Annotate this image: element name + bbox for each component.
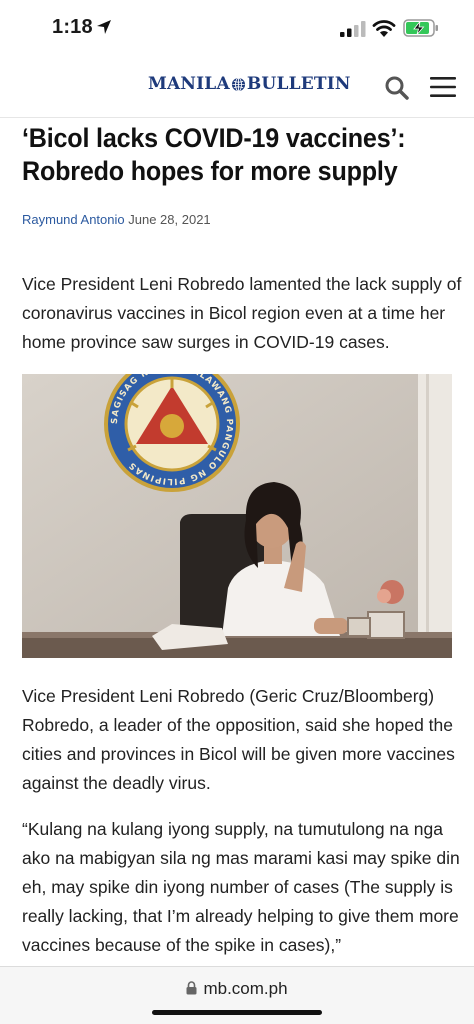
lock-icon (186, 981, 197, 995)
author-link[interactable]: Raymund Antonio (22, 212, 125, 227)
hamburger-menu-icon[interactable] (428, 75, 458, 99)
article-paragraph: “Kulang na kulang iyong supply, na tumut… (22, 819, 460, 955)
status-bar: 1:18 (0, 0, 474, 58)
byline: Raymund Antonio June 28, 2021 (22, 212, 211, 227)
wifi-icon (372, 20, 396, 37)
logo-text-left: MANILA (148, 74, 230, 94)
battery-charging-icon (403, 19, 438, 37)
home-indicator[interactable] (152, 1010, 322, 1015)
robredo-office-photo: SAGISAG NG PANGALAWANG PANGULO NG PILIPI… (22, 374, 452, 658)
article-paragraph: Vice President Leni Robredo (Geric Cruz/… (22, 686, 455, 793)
browser-bottom-bar: mb.com.ph (0, 966, 474, 1024)
location-arrow-icon (97, 20, 111, 34)
site-header: MANILA BULLETIN (0, 58, 474, 118)
logo-text-right: BULLETIN (246, 74, 351, 94)
address-bar[interactable]: mb.com.ph (0, 979, 474, 999)
manila-bulletin-logo[interactable]: MANILA BULLETIN (148, 74, 351, 94)
article-photo[interactable]: SAGISAG NG PANGALAWANG PANGULO NG PILIPI… (22, 374, 452, 658)
url-text: mb.com.ph (203, 979, 288, 998)
status-time: 1:18 (52, 16, 93, 38)
cellular-signal-icon (340, 21, 366, 37)
article-paragraph: Vice President Leni Robredo lamented the… (22, 274, 462, 352)
globe-icon (231, 77, 245, 91)
publish-date: June 28, 2021 (128, 212, 211, 227)
article-headline: ‘Bicol lacks COVID-19 vaccines’: Robredo… (22, 123, 406, 186)
search-icon[interactable] (384, 75, 410, 101)
